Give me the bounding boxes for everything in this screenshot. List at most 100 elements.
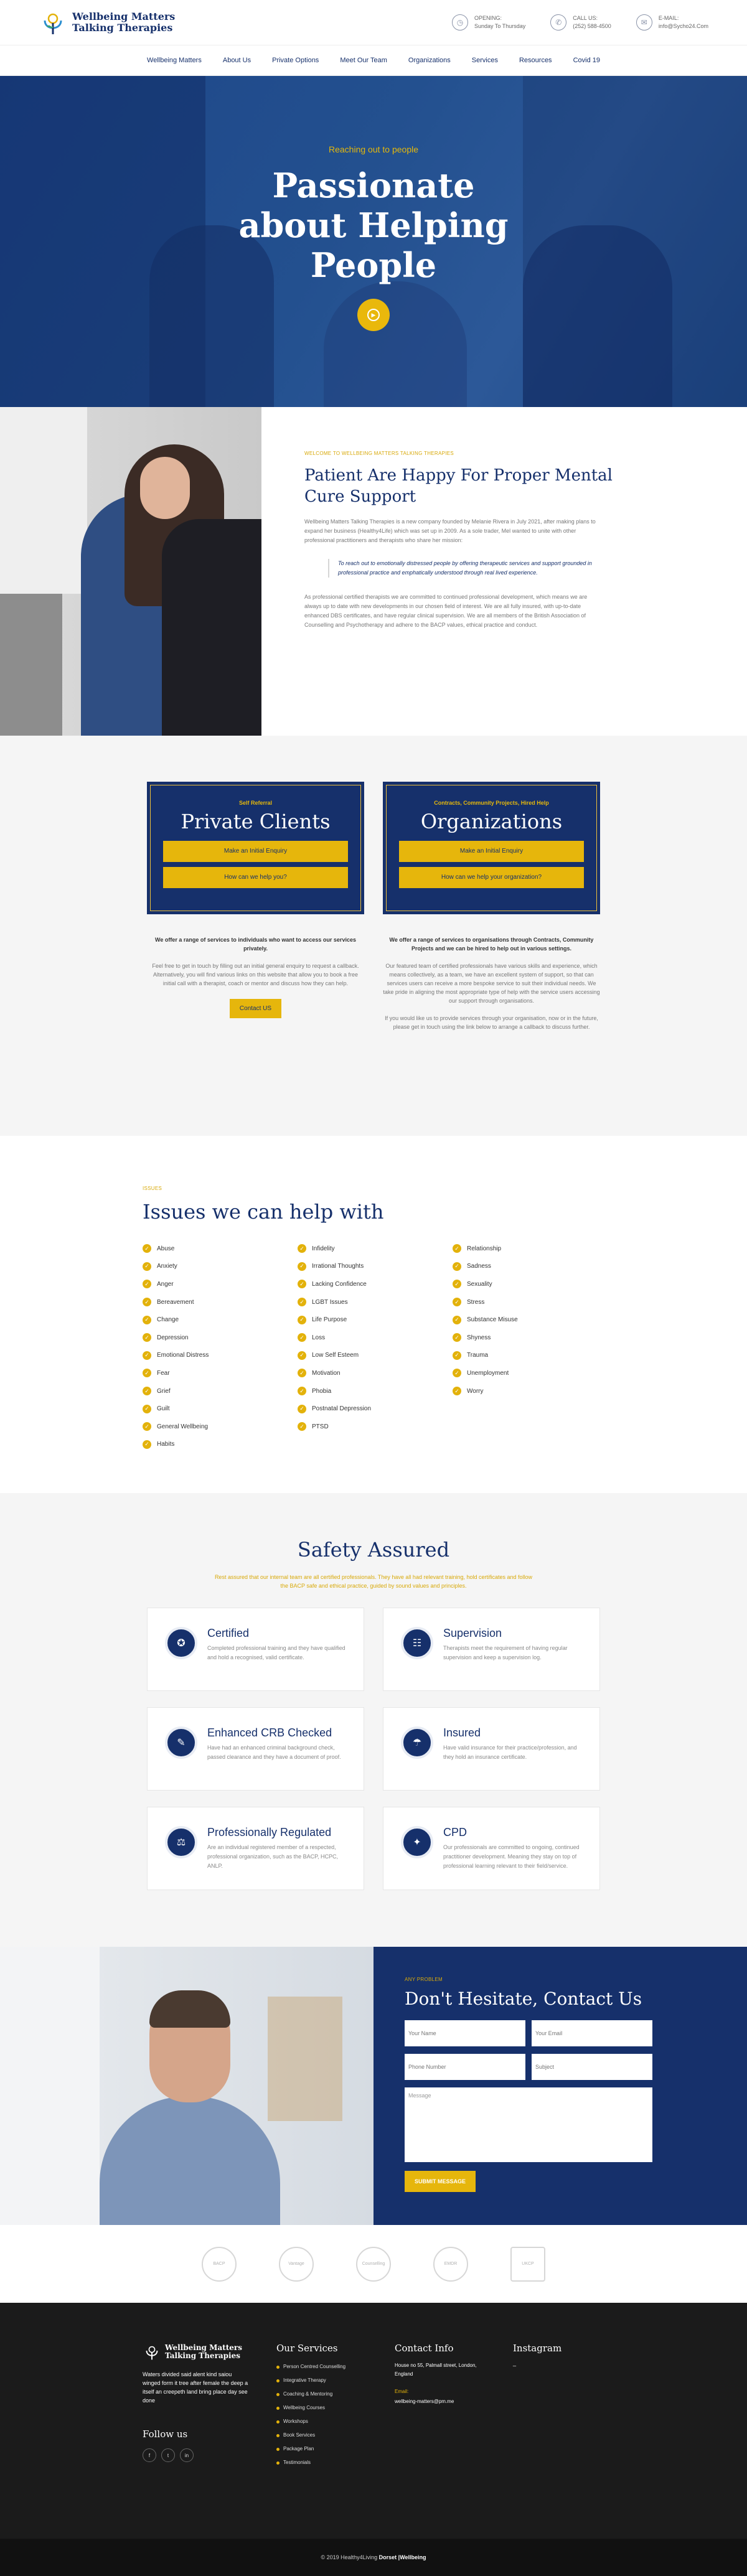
check-icon: ✓ [453, 1298, 461, 1307]
nav-resources[interactable]: Resources [519, 57, 552, 64]
safety-card-title: Certified [207, 1627, 250, 1639]
hero-title: Passionate about Helping People [0, 166, 747, 285]
issue-item: ✓ Sadness [453, 1258, 608, 1276]
check-icon: ✓ [298, 1422, 306, 1431]
issue-label: Relationship [467, 1245, 502, 1252]
footer-services: Our Services Person Centred Counselling I… [276, 2343, 395, 2539]
facebook-icon[interactable]: f [143, 2448, 156, 2462]
nav-private-options[interactable]: Private Options [272, 57, 319, 64]
brand-line2: Talking Therapies [165, 2351, 241, 2360]
issue-label: Change [157, 1316, 179, 1324]
contact-label: OPENING: [474, 15, 502, 21]
safety-card: ☂ Insured Have valid insurance for their p… [383, 1707, 600, 1791]
issues-title: Issues we can help with [143, 1200, 384, 1224]
partner-logo: Counselling [356, 2246, 391, 2282]
safety-card-title: Professionally Regulated [207, 1826, 332, 1838]
footer-service-link[interactable]: Integrative Therapy [276, 2374, 395, 2387]
check-icon: ✓ [453, 1333, 461, 1342]
how-can-we-help-org-button[interactable]: How can we help your organization? [399, 867, 584, 888]
footer-service-link[interactable]: Wellbeing Courses [276, 2401, 395, 2415]
check-icon: ✓ [143, 1280, 151, 1289]
nav-services[interactable]: Services [472, 57, 498, 64]
initial-enquiry-button[interactable]: Make an Initial Enquiry [163, 841, 348, 862]
bullet-icon [276, 2420, 280, 2424]
play-icon: ▶ [367, 309, 380, 321]
nav-meet-our-team[interactable]: Meet Our Team [340, 57, 387, 64]
site-footer: Wellbeing Matters Talking Therapies Wate… [0, 2303, 747, 2539]
footer-instagram: Instagram _ [513, 2343, 631, 2539]
issue-label: Grief [157, 1387, 171, 1395]
footer-service-link[interactable]: Workshops [276, 2415, 395, 2428]
phone-input[interactable] [405, 2054, 525, 2080]
message-textarea[interactable]: Message [405, 2087, 652, 2162]
header-contacts: ◷ OPENING: Sunday To Thursday ✆ CALL US:… [452, 14, 708, 30]
cpd-icon: ✦ [401, 1826, 433, 1858]
how-can-we-help-button[interactable]: How can we help you? [163, 867, 348, 888]
issue-item: ✓ Guilt [143, 1400, 298, 1418]
bullet-icon [276, 2433, 280, 2437]
issue-label: Abuse [157, 1245, 175, 1252]
regulated-icon: ⚖ [165, 1826, 197, 1858]
footer-service-label: Coaching & Mentoring [283, 2391, 333, 2397]
issues-column: ✓ Infidelity ✓ Irrational Thoughts ✓ Lacking … [298, 1240, 453, 1453]
issue-item: ✓ Lacking Confidence [298, 1275, 453, 1293]
mail-icon: ✉ [636, 14, 652, 30]
contact-call[interactable]: ✆ CALL US: (252) 588-4500 [550, 14, 611, 30]
issue-item: ✓ Grief [143, 1382, 298, 1400]
contact-us-button[interactable]: Contact US [229, 999, 282, 1018]
nav-wellbeing-matters[interactable]: Wellbeing Matters [147, 57, 202, 64]
footer-service-link[interactable]: Testimonials [276, 2456, 395, 2470]
footer-service-link[interactable]: Person Centred Counselling [276, 2360, 395, 2374]
about-title: Patient Are Happy For Proper Mental Cure… [304, 466, 613, 506]
check-icon: ✓ [298, 1351, 306, 1360]
initial-enquiry-button[interactable]: Make an Initial Enquiry [399, 841, 584, 862]
check-icon: ✓ [143, 1351, 151, 1360]
footer-logo[interactable]: Wellbeing Matters Talking Therapies [143, 2343, 276, 2361]
card-title: Private Clients [181, 810, 331, 833]
footer-email[interactable]: wellbeing-matters@pm.me [395, 2397, 500, 2406]
hero-bg-person [324, 281, 467, 407]
safety-card: ✦ CPD Our professionals are committed to o… [383, 1807, 600, 1890]
about-paragraph: Wellbeing Matters Talking Therapies is a… [304, 518, 596, 543]
footer-service-link[interactable]: Coaching & Mentoring [276, 2387, 395, 2401]
about-section: WELCOME TO WELLBEING MATTERS TALKING THE… [0, 407, 747, 736]
safety-card-title: Enhanced CRB Checked [207, 1726, 332, 1739]
issues-section: ISSUES Issues we can help with ✓ Abuse ✓ An… [0, 1136, 747, 1493]
footer-service-link[interactable]: Book Services [276, 2428, 395, 2442]
issue-item: ✓ Anger [143, 1275, 298, 1293]
name-input[interactable] [405, 2020, 525, 2046]
card-kicker: Contracts, Community Projects, Hired Hel… [434, 800, 549, 806]
email-input[interactable] [532, 2020, 652, 2046]
check-icon: ✓ [143, 1422, 151, 1431]
nav-covid-19[interactable]: Covid 19 [573, 57, 600, 64]
contact-email[interactable]: ✉ E-MAIL: info@Sycho24.Com [636, 14, 708, 30]
nav-about-us[interactable]: About Us [223, 57, 251, 64]
contact-form: ANY PROBLEM Don't Hesitate, Contact Us M… [374, 1947, 747, 2225]
footer-service-link[interactable]: Package Plan [276, 2442, 395, 2456]
twitter-icon[interactable]: t [161, 2448, 175, 2462]
safety-card-title: CPD [443, 1826, 467, 1838]
check-icon: ✓ [453, 1280, 461, 1289]
safety-title: Safety Assured [297, 1538, 450, 1562]
subject-input[interactable] [532, 2054, 652, 2080]
brand-logo[interactable]: Wellbeing Matters Talking Therapies [39, 8, 175, 37]
top-header: Wellbeing Matters Talking Therapies ◷ OP… [0, 0, 747, 45]
instagram-icon[interactable]: in [180, 2448, 194, 2462]
organizations-column: Contracts, Community Projects, Hired Hel… [383, 782, 600, 1031]
issue-label: Worry [467, 1387, 484, 1395]
footer-service-label: Book Services [283, 2432, 316, 2438]
nav-organizations[interactable]: Organizations [408, 57, 451, 64]
bullet-icon [276, 2406, 280, 2410]
issue-item: ✓ Irrational Thoughts [298, 1258, 453, 1276]
issue-item: ✓ Shyness [453, 1329, 608, 1347]
check-icon: ✓ [298, 1387, 306, 1396]
issue-label: Anxiety [157, 1263, 177, 1270]
submit-message-button[interactable]: SUBMIT MESSAGE [405, 2171, 476, 2192]
play-video-button[interactable]: ▶ [357, 299, 390, 331]
issue-label: Postnatal Depression [312, 1405, 372, 1413]
check-icon: ✓ [143, 1387, 151, 1396]
issue-label: Sexuality [467, 1280, 492, 1288]
issue-item: ✓ Substance Misuse [453, 1311, 608, 1329]
card-body: Our featured team of certified professio… [383, 963, 600, 1004]
issues-column: ✓ Abuse ✓ Anxiety ✓ Anger ✓ Bereavement ✓ Change ✓… [143, 1240, 298, 1453]
